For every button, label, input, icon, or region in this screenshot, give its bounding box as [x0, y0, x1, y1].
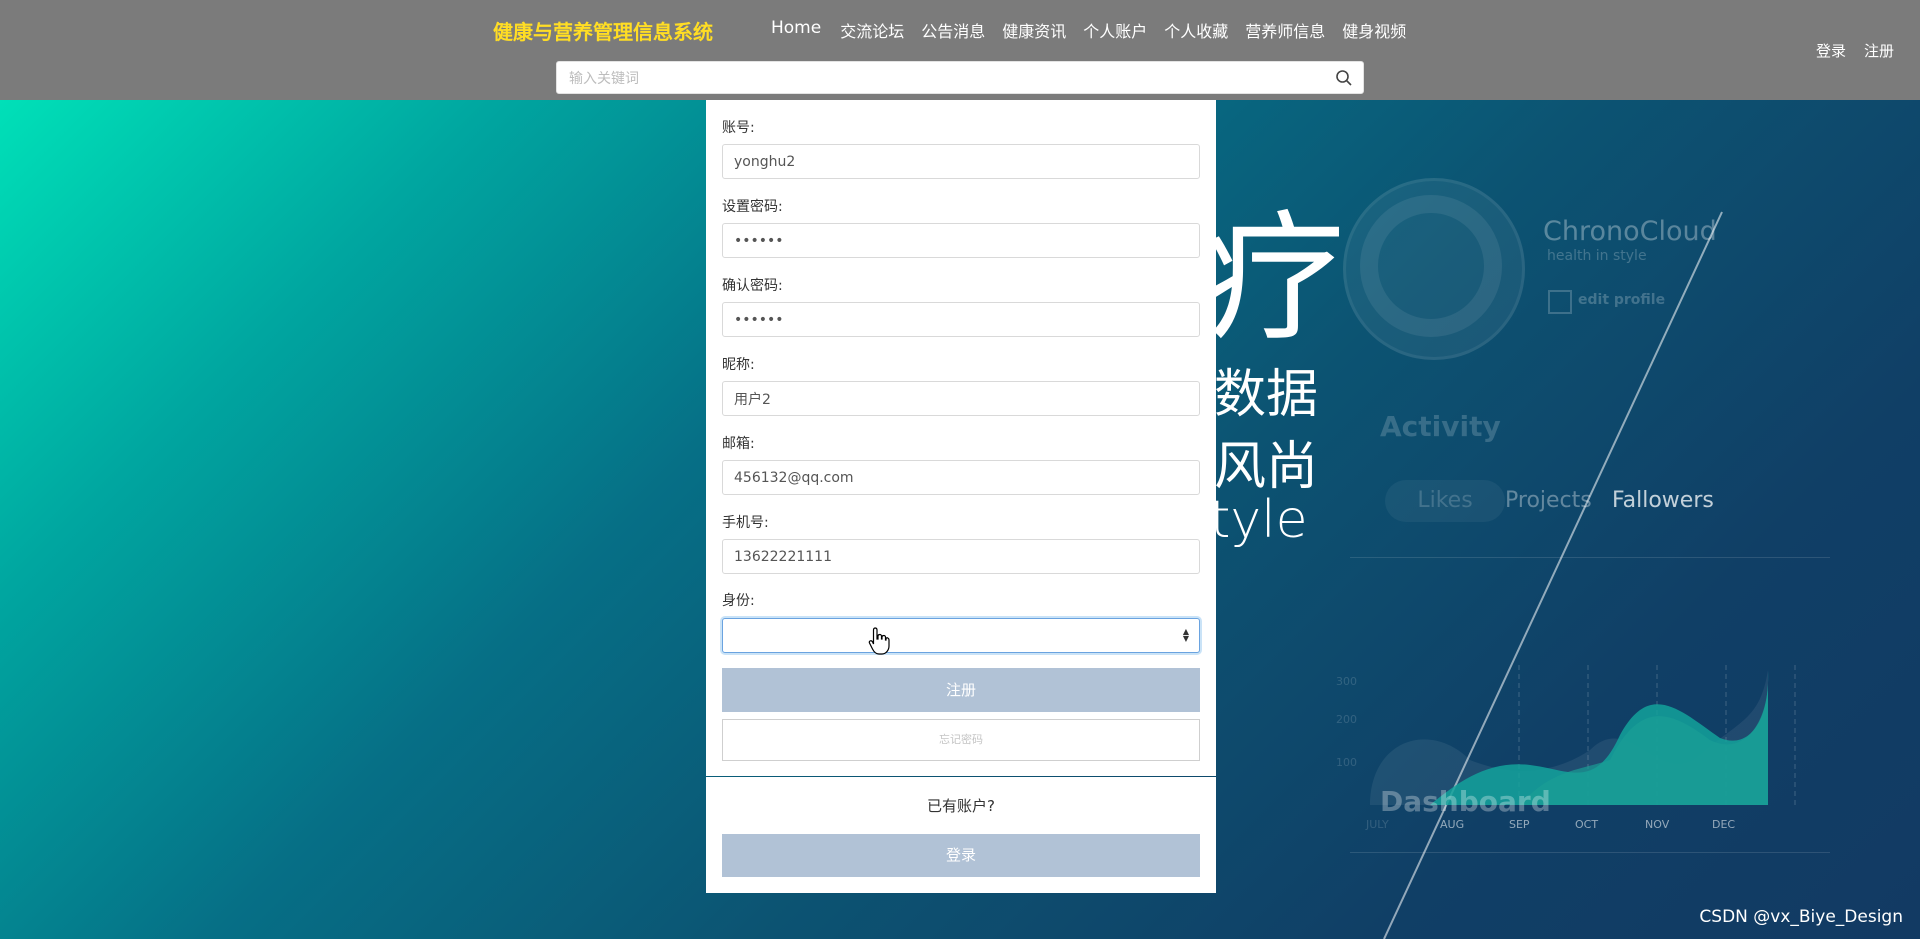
role-label: 身份: — [722, 593, 755, 609]
chart-x-label-july: JULY — [1365, 818, 1389, 831]
banner-big-char: 疗 — [1205, 198, 1346, 361]
chart-x-label-nov: NOV — [1645, 818, 1670, 831]
chronocloud-subtitle: health in style — [1547, 248, 1647, 264]
chronocloud-name: ChronoCloud — [1543, 216, 1717, 247]
nickname-input[interactable] — [722, 381, 1200, 416]
chart-x-label-aug: AUG — [1440, 818, 1464, 831]
nav-announcements[interactable]: 公告消息 — [921, 18, 985, 42]
divider — [1350, 852, 1830, 853]
dashboard-heading: Dashboard — [1380, 785, 1551, 818]
site-brand[interactable]: 健康与营养管理信息系统 — [493, 16, 713, 45]
banner-line-2: 风尚 — [1214, 437, 1319, 497]
banner-line-3: tyle — [1210, 490, 1308, 550]
watermark: CSDN @vx_Biye_Design — [1699, 907, 1903, 927]
email-input[interactable] — [722, 460, 1200, 495]
nav-home[interactable]: Home — [771, 18, 821, 42]
register-link[interactable]: 注册 — [1864, 40, 1894, 61]
password-input[interactable] — [722, 223, 1200, 258]
forgot-password-button[interactable]: 忘记密码 — [722, 719, 1200, 761]
search-input[interactable] — [567, 62, 1331, 95]
search-icon[interactable] — [1335, 69, 1353, 87]
nickname-label: 昵称: — [722, 357, 755, 373]
banner-line-1: 数据 — [1214, 365, 1319, 425]
login-prompt-panel: 已有账户? 登录 — [706, 777, 1216, 893]
hand-cursor-icon — [868, 627, 890, 655]
confirm-password-input[interactable] — [722, 302, 1200, 337]
role-select[interactable]: ▲ ▼ — [722, 618, 1200, 653]
divider — [1350, 557, 1830, 558]
nav-favorites[interactable]: 个人收藏 — [1164, 18, 1228, 42]
tab-likes: Likes — [1385, 480, 1505, 522]
has-account-text: 已有账户? — [927, 797, 995, 815]
password-label: 设置密码: — [722, 199, 783, 215]
chart-y-label-100: 100 — [1336, 756, 1357, 769]
chart-x-label-oct: OCT — [1575, 818, 1598, 831]
account-label: 账号: — [722, 120, 755, 136]
nav-personal-account[interactable]: 个人账户 — [1083, 18, 1147, 42]
tab-followers: Fallowers — [1612, 488, 1714, 513]
email-label: 邮箱: — [722, 436, 755, 452]
nav-health-news[interactable]: 健康资讯 — [1002, 18, 1066, 42]
login-link[interactable]: 登录 — [1816, 40, 1846, 61]
nav-fitness-videos[interactable]: 健身视频 — [1342, 18, 1406, 42]
chronocloud-logo-ring — [1360, 195, 1502, 337]
main-nav: Home 交流论坛 公告消息 健康资讯 个人账户 个人收藏 营养师信息 健身视频 — [771, 18, 1423, 42]
chart-x-label-dec: DEC — [1712, 818, 1735, 831]
chart-y-label-200: 200 — [1336, 713, 1357, 726]
edit-profile-text: edit profile — [1578, 292, 1666, 308]
search-bar — [556, 61, 1364, 95]
nav-forum[interactable]: 交流论坛 — [840, 18, 904, 42]
register-form: 账号: 设置密码: 确认密码: 昵称: 邮箱: 手机号: 身份: ▲▼ 注册 忘… — [706, 100, 1216, 776]
edit-icon — [1548, 290, 1572, 314]
register-button[interactable]: 注册 — [722, 668, 1200, 712]
tab-projects: Projects — [1505, 488, 1592, 513]
top-header: 健康与营养管理信息系统 Home 交流论坛 公告消息 健康资讯 个人账户 个人收… — [0, 0, 1920, 100]
chart-x-label-sep: SEP — [1509, 818, 1530, 831]
select-updown-icon: ▲ ▼ — [1182, 627, 1190, 643]
nav-nutritionist-info[interactable]: 营养师信息 — [1245, 18, 1325, 42]
account-input[interactable] — [722, 144, 1200, 179]
login-button[interactable]: 登录 — [722, 834, 1200, 877]
chart-y-label-300: 300 — [1336, 675, 1357, 688]
phone-label: 手机号: — [722, 515, 769, 531]
confirm-password-label: 确认密码: — [722, 278, 783, 294]
phone-input[interactable] — [722, 539, 1200, 574]
activity-heading: Activity — [1380, 410, 1501, 443]
